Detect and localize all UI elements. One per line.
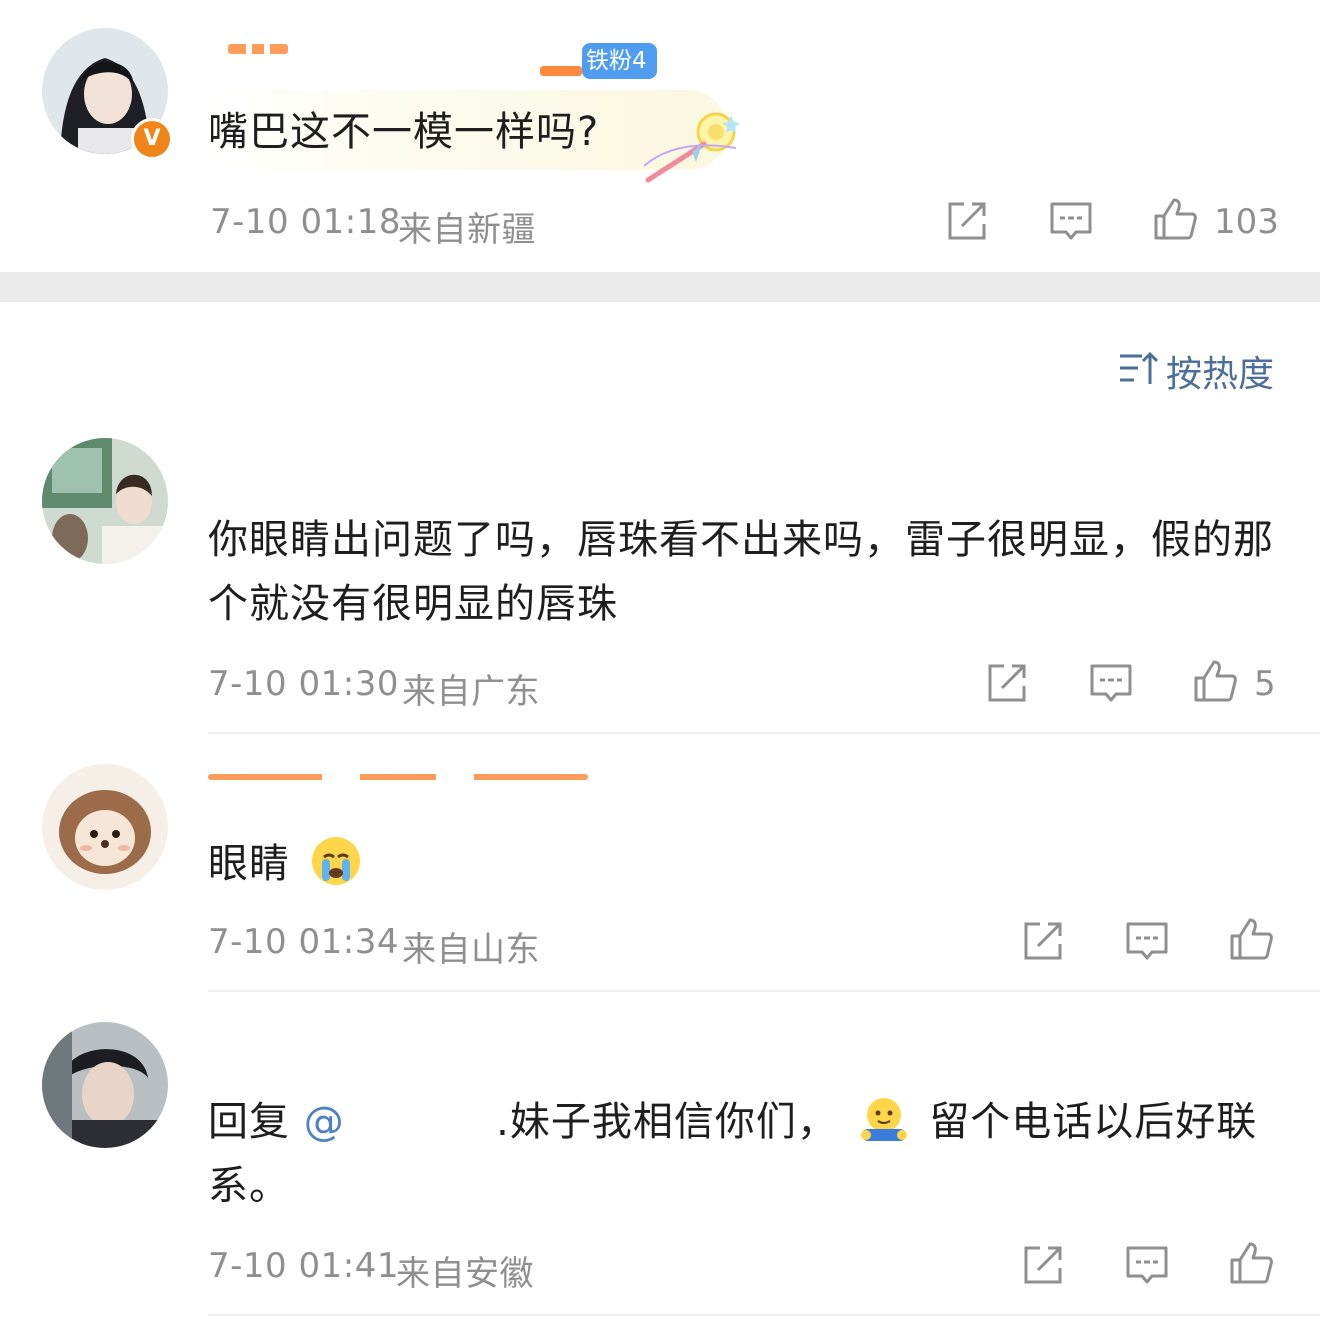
comment-text-content: 眼睛 xyxy=(208,841,290,887)
verified-v-icon: V xyxy=(131,118,173,160)
avatar[interactable] xyxy=(42,1022,168,1148)
like-icon[interactable] xyxy=(1152,196,1198,242)
sort-icon[interactable] xyxy=(1118,348,1159,388)
share-icon[interactable] xyxy=(1020,918,1066,964)
username-redacted[interactable] xyxy=(208,774,588,780)
comment-time: 7-10 01:18 xyxy=(210,202,401,242)
bubble-decoration-wand xyxy=(636,108,746,188)
avatar[interactable] xyxy=(42,764,168,890)
like-count: 103 xyxy=(1214,202,1279,242)
comment-location: 来自安徽 xyxy=(396,1254,534,1294)
comment-time: 7-10 01:30 xyxy=(208,664,399,704)
username-redacted[interactable] xyxy=(228,44,288,54)
divider xyxy=(208,1314,1320,1316)
section-separator xyxy=(0,272,1320,302)
comment-time: 7-10 01:34 xyxy=(208,922,399,962)
comment-icon[interactable] xyxy=(1124,1242,1170,1288)
username-redacted-tail xyxy=(540,66,582,76)
divider xyxy=(208,990,1320,992)
share-icon[interactable] xyxy=(984,660,1030,706)
comment-text: 嘴巴这不一模一样吗? xyxy=(208,109,600,155)
fan-badge: 铁粉4 xyxy=(582,43,657,79)
comment-location: 来自新疆 xyxy=(398,210,536,250)
like-count: 5 xyxy=(1254,664,1276,704)
divider xyxy=(208,732,1320,734)
avatar[interactable] xyxy=(42,438,168,564)
reply-text: .妹子我相信你们， xyxy=(496,1099,838,1145)
comment-time: 7-10 01:41 xyxy=(208,1246,399,1286)
comment-text: 眼睛 xyxy=(208,832,362,896)
like-icon[interactable] xyxy=(1228,1240,1274,1286)
like-icon[interactable] xyxy=(1228,916,1274,962)
comment-location: 来自广东 xyxy=(402,672,540,712)
comment-icon[interactable] xyxy=(1048,198,1094,244)
share-icon[interactable] xyxy=(1020,1242,1066,1288)
hugging-face-icon xyxy=(858,1093,910,1145)
comment-icon[interactable] xyxy=(1124,918,1170,964)
comment-text: 回复 @ .妹子我相信你们， 留个电话以后好联系。 xyxy=(208,1090,1278,1218)
comment-icon[interactable] xyxy=(1088,660,1134,706)
mention-link[interactable]: @ xyxy=(304,1099,345,1145)
like-icon[interactable] xyxy=(1192,658,1238,704)
comment-location: 来自山东 xyxy=(402,930,540,970)
sort-by-hot-button[interactable]: 按热度 xyxy=(1166,345,1274,397)
share-icon[interactable] xyxy=(944,198,990,244)
crying-face-icon xyxy=(310,835,362,887)
reply-prefix: 回复 xyxy=(208,1099,290,1145)
comment-text: 你眼睛出问题了吗，唇珠看不出来吗，雷子很明显，假的那个就没有很明显的唇珠 xyxy=(208,517,1274,627)
